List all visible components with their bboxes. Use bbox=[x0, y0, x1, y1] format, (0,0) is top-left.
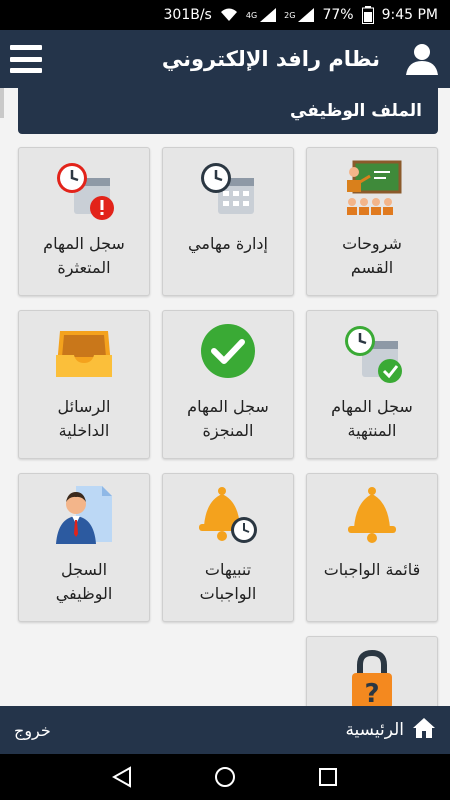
app-title: نظام رافد الإلكتروني bbox=[161, 47, 380, 71]
bell-clock-icon bbox=[196, 484, 260, 548]
system-nav-bar bbox=[0, 754, 450, 800]
clock-calendar-check-icon bbox=[340, 321, 404, 385]
tile-duties-alerts[interactable]: تنبيهات الواجبات bbox=[162, 473, 294, 622]
tile-manage-my-tasks[interactable]: إدارة مهامي bbox=[162, 147, 294, 296]
classroom-icon bbox=[340, 158, 404, 222]
tile-label: سجل المهام المنتهية bbox=[331, 397, 413, 440]
tile-employment-record[interactable]: السجل الوظيفي bbox=[18, 473, 150, 622]
signal-4g: 4G bbox=[245, 8, 277, 22]
svg-text:?: ? bbox=[364, 679, 379, 709]
inbox-tray-icon bbox=[52, 321, 116, 385]
employee-document-icon bbox=[52, 484, 116, 548]
check-circle-icon bbox=[196, 321, 260, 385]
tile-label: سجل المهام المتعثرة bbox=[43, 234, 125, 277]
battery-icon bbox=[361, 6, 374, 24]
signal-2g: 2G bbox=[284, 8, 315, 22]
home-icon bbox=[412, 717, 436, 744]
section-title: الملف الوظيفي bbox=[18, 88, 438, 134]
status-bar: 301B/s 4G 2G 77% 9:45 PM bbox=[0, 0, 450, 30]
clock-calendar-alert-icon bbox=[52, 158, 116, 222]
recents-icon[interactable] bbox=[313, 762, 343, 792]
wifi-icon bbox=[220, 8, 238, 22]
scroll-indicator[interactable] bbox=[0, 88, 4, 118]
tile-internal-messages[interactable]: الرسائل الداخلية bbox=[18, 310, 150, 459]
user-profile-icon[interactable] bbox=[404, 41, 440, 77]
tile-ended-tasks-log[interactable]: سجل المهام المنتهية bbox=[306, 310, 438, 459]
bottom-bar: خروج الرئيسية bbox=[0, 706, 450, 754]
tile-label: الرسائل الداخلية bbox=[57, 397, 111, 440]
tile-stalled-tasks-log[interactable]: سجل المهام المتعثرة bbox=[18, 147, 150, 296]
tile-completed-tasks-log[interactable]: سجل المهام المنجزة bbox=[162, 310, 294, 459]
tile-label: شروحات القسم bbox=[342, 234, 402, 277]
network-speed: 301B/s bbox=[163, 7, 212, 23]
home-button[interactable]: الرئيسية bbox=[345, 717, 436, 744]
logout-button[interactable]: خروج bbox=[14, 721, 51, 740]
tile-label: السجل الوظيفي bbox=[55, 560, 113, 603]
tile-department-tutorials[interactable]: شروحات القسم bbox=[306, 147, 438, 296]
home-circle-icon[interactable] bbox=[210, 762, 240, 792]
app-header: نظام رافد الإلكتروني bbox=[0, 30, 450, 88]
tile-duties-list[interactable]: قائمة الواجبات bbox=[306, 473, 438, 622]
clock-time: 9:45 PM bbox=[381, 7, 438, 23]
clock-calendar-icon bbox=[196, 158, 260, 222]
network-type-label-2: 2G bbox=[284, 10, 296, 20]
tile-label: إدارة مهامي bbox=[188, 234, 268, 253]
tile-label: تنبيهات الواجبات bbox=[199, 560, 257, 603]
back-icon[interactable] bbox=[107, 762, 137, 792]
tile-label: قائمة الواجبات bbox=[323, 560, 421, 579]
home-label: الرئيسية bbox=[345, 720, 404, 740]
menu-icon[interactable] bbox=[10, 45, 42, 73]
battery-percent: 77% bbox=[322, 7, 354, 23]
bell-icon bbox=[340, 484, 404, 548]
lock-question-icon: ? bbox=[340, 647, 404, 711]
network-type-label: 4G bbox=[245, 10, 258, 20]
tile-label: سجل المهام المنجزة bbox=[187, 397, 269, 440]
